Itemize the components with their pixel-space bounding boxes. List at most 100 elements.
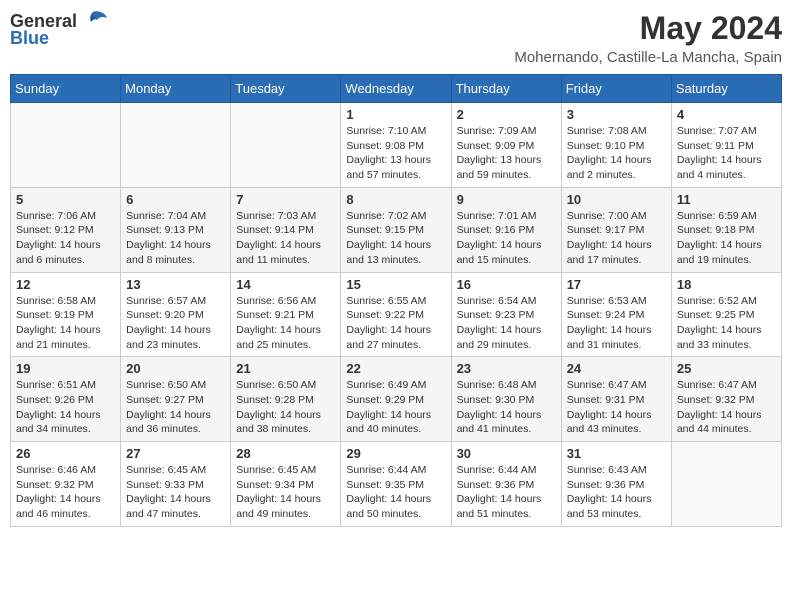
calendar-cell: 22 Sunrise: 6:49 AMSunset: 9:29 PMDayligh… [341,357,451,442]
day-info: Sunrise: 6:50 AMSunset: 9:27 PMDaylight:… [126,378,225,437]
day-number: 19 [16,361,115,376]
calendar-cell: 1Sunrise: 7:10 AMSunset: 9:08 PMDaylight… [341,103,451,188]
calendar-cell [671,442,781,527]
day-info: Sunrise: 6:46 AMSunset: 9:32 PMDaylight:… [16,463,115,522]
calendar-cell: 2Sunrise: 7:09 AMSunset: 9:09 PMDaylight… [451,103,561,188]
day-number: 14 [236,277,335,292]
calendar-header-friday: Friday [561,75,671,103]
day-number: 12 [16,277,115,292]
calendar-cell: 12 Sunrise: 6:58 AMSunset: 9:19 PMDayligh… [11,272,121,357]
day-number: 26 [16,446,115,461]
calendar-cell: 6 Sunrise: 7:04 AMSunset: 9:13 PMDaylight… [121,187,231,272]
day-info: Sunrise: 7:07 AMSunset: 9:11 PMDaylight:… [677,124,776,183]
day-number: 3 [567,107,666,122]
calendar-cell: 7 Sunrise: 7:03 AMSunset: 9:14 PMDaylight… [231,187,341,272]
calendar-cell: 31 Sunrise: 6:43 AMSunset: 9:36 PMDayligh… [561,442,671,527]
day-number: 6 [126,192,225,207]
day-number: 13 [126,277,225,292]
logo: General Blue [10,10,107,49]
day-number: 7 [236,192,335,207]
calendar-cell: 27 Sunrise: 6:45 AMSunset: 9:33 PMDayligh… [121,442,231,527]
calendar-cell: 3 Sunrise: 7:08 AMSunset: 9:10 PMDaylight… [561,103,671,188]
calendar-cell [11,103,121,188]
day-info: Sunrise: 6:54 AMSunset: 9:23 PMDaylight:… [457,294,556,353]
day-info: Sunrise: 6:52 AMSunset: 9:25 PMDaylight:… [677,294,776,353]
calendar-cell: 5 Sunrise: 7:06 AMSunset: 9:12 PMDaylight… [11,187,121,272]
calendar-cell: 11Sunrise: 6:59 AMSunset: 9:18 PMDayligh… [671,187,781,272]
calendar-header-wednesday: Wednesday [341,75,451,103]
calendar-cell: 23Sunrise: 6:48 AMSunset: 9:30 PMDayligh… [451,357,561,442]
calendar-cell: 18Sunrise: 6:52 AMSunset: 9:25 PMDayligh… [671,272,781,357]
main-title: May 2024 [514,10,782,47]
calendar-header-sunday: Sunday [11,75,121,103]
day-number: 27 [126,446,225,461]
calendar-header-row: SundayMondayTuesdayWednesdayThursdayFrid… [11,75,782,103]
calendar-cell: 15 Sunrise: 6:55 AMSunset: 9:22 PMDayligh… [341,272,451,357]
calendar-cell [231,103,341,188]
day-number: 24 [567,361,666,376]
day-info: Sunrise: 6:45 AMSunset: 9:33 PMDaylight:… [126,463,225,522]
calendar-cell: 26 Sunrise: 6:46 AMSunset: 9:32 PMDayligh… [11,442,121,527]
subtitle: Mohernando, Castille-La Mancha, Spain [514,49,782,66]
calendar-cell: 21 Sunrise: 6:50 AMSunset: 9:28 PMDayligh… [231,357,341,442]
calendar-header-saturday: Saturday [671,75,781,103]
day-number: 17 [567,277,666,292]
calendar-cell: 13 Sunrise: 6:57 AMSunset: 9:20 PMDayligh… [121,272,231,357]
calendar-header-monday: Monday [121,75,231,103]
calendar-cell: 28 Sunrise: 6:45 AMSunset: 9:34 PMDayligh… [231,442,341,527]
day-info: Sunrise: 7:06 AMSunset: 9:12 PMDaylight:… [16,209,115,268]
calendar-week-row: 1Sunrise: 7:10 AMSunset: 9:08 PMDaylight… [11,103,782,188]
calendar-cell: 24 Sunrise: 6:47 AMSunset: 9:31 PMDayligh… [561,357,671,442]
day-info: Sunrise: 6:47 AMSunset: 9:31 PMDaylight:… [567,378,666,437]
calendar-header-tuesday: Tuesday [231,75,341,103]
calendar-cell: 16Sunrise: 6:54 AMSunset: 9:23 PMDayligh… [451,272,561,357]
day-number: 8 [346,192,445,207]
day-info: Sunrise: 7:02 AMSunset: 9:15 PMDaylight:… [346,209,445,268]
day-number: 9 [457,192,556,207]
page-header: General Blue May 2024 Mohernando, Castil… [10,10,782,66]
day-info: Sunrise: 6:45 AMSunset: 9:34 PMDaylight:… [236,463,335,522]
day-number: 15 [346,277,445,292]
calendar-cell: 4 Sunrise: 7:07 AMSunset: 9:11 PMDaylight… [671,103,781,188]
day-info: Sunrise: 6:51 AMSunset: 9:26 PMDaylight:… [16,378,115,437]
day-info: Sunrise: 7:08 AMSunset: 9:10 PMDaylight:… [567,124,666,183]
day-info: Sunrise: 6:43 AMSunset: 9:36 PMDaylight:… [567,463,666,522]
day-info: Sunrise: 7:03 AMSunset: 9:14 PMDaylight:… [236,209,335,268]
day-info: Sunrise: 6:55 AMSunset: 9:22 PMDaylight:… [346,294,445,353]
logo-bird-icon [79,10,107,32]
day-info: Sunrise: 6:47 AMSunset: 9:32 PMDaylight:… [677,378,776,437]
calendar-cell: 9Sunrise: 7:01 AMSunset: 9:16 PMDaylight… [451,187,561,272]
calendar-header-thursday: Thursday [451,75,561,103]
day-info: Sunrise: 6:44 AMSunset: 9:36 PMDaylight:… [457,463,556,522]
calendar-cell: 10 Sunrise: 7:00 AMSunset: 9:17 PMDayligh… [561,187,671,272]
day-number: 30 [457,446,556,461]
day-number: 10 [567,192,666,207]
day-number: 28 [236,446,335,461]
calendar-cell: 25Sunrise: 6:47 AMSunset: 9:32 PMDayligh… [671,357,781,442]
day-number: 29 [346,446,445,461]
calendar-cell: 20Sunrise: 6:50 AMSunset: 9:27 PMDayligh… [121,357,231,442]
calendar-cell: 8 Sunrise: 7:02 AMSunset: 9:15 PMDaylight… [341,187,451,272]
day-info: Sunrise: 6:57 AMSunset: 9:20 PMDaylight:… [126,294,225,353]
calendar-cell: 19 Sunrise: 6:51 AMSunset: 9:26 PMDayligh… [11,357,121,442]
day-info: Sunrise: 7:10 AMSunset: 9:08 PMDaylight:… [346,124,445,183]
day-number: 21 [236,361,335,376]
calendar-cell: 17Sunrise: 6:53 AMSunset: 9:24 PMDayligh… [561,272,671,357]
day-number: 5 [16,192,115,207]
day-number: 23 [457,361,556,376]
calendar-week-row: 5 Sunrise: 7:06 AMSunset: 9:12 PMDaylight… [11,187,782,272]
day-number: 4 [677,107,776,122]
calendar-cell: 30 Sunrise: 6:44 AMSunset: 9:36 PMDayligh… [451,442,561,527]
day-info: Sunrise: 7:00 AMSunset: 9:17 PMDaylight:… [567,209,666,268]
day-info: Sunrise: 6:58 AMSunset: 9:19 PMDaylight:… [16,294,115,353]
day-info: Sunrise: 6:50 AMSunset: 9:28 PMDaylight:… [236,378,335,437]
calendar-table: SundayMondayTuesdayWednesdayThursdayFrid… [10,74,782,527]
day-number: 11 [677,192,776,207]
day-info: Sunrise: 6:44 AMSunset: 9:35 PMDaylight:… [346,463,445,522]
day-info: Sunrise: 7:04 AMSunset: 9:13 PMDaylight:… [126,209,225,268]
day-number: 22 [346,361,445,376]
day-info: Sunrise: 6:49 AMSunset: 9:29 PMDaylight:… [346,378,445,437]
day-info: Sunrise: 6:56 AMSunset: 9:21 PMDaylight:… [236,294,335,353]
calendar-cell: 29 Sunrise: 6:44 AMSunset: 9:35 PMDayligh… [341,442,451,527]
day-number: 31 [567,446,666,461]
